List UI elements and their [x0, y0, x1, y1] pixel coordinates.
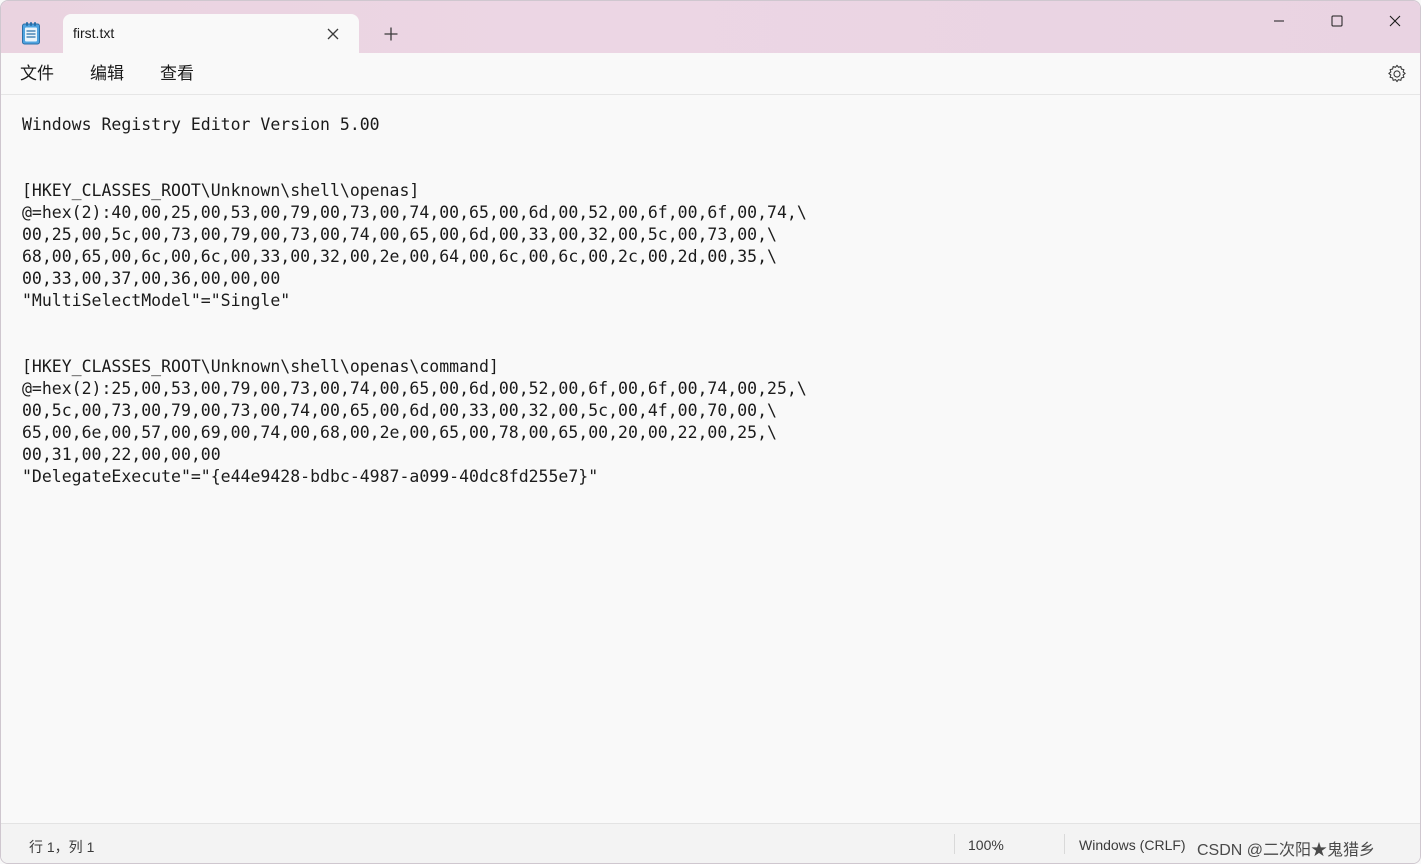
maximize-icon[interactable]: [1308, 1, 1366, 41]
menu-view[interactable]: 查看: [160, 62, 194, 86]
line-ending[interactable]: Windows (CRLF): [1079, 837, 1186, 853]
status-bar: 行 1，列 1 100% Windows (CRLF) CSDN @二次阳★鬼猎…: [1, 823, 1420, 863]
notepad-icon: [21, 21, 41, 45]
tab-first-txt[interactable]: first.txt: [63, 14, 359, 54]
editor-line: @=hex(2):40,00,25,00,53,00,79,00,73,00,7…: [22, 203, 807, 222]
editor-line: "DelegateExecute"="{e44e9428-bdbc-4987-a…: [22, 467, 599, 486]
text-editor[interactable]: Windows Registry Editor Version 5.00 [HK…: [1, 95, 1420, 823]
title-bar[interactable]: first.txt: [1, 1, 1420, 54]
editor-line: 00,33,00,37,00,36,00,00,00: [22, 269, 281, 288]
editor-line: 65,00,6e,00,57,00,69,00,74,00,68,00,2e,0…: [22, 423, 777, 442]
editor-line: 00,31,00,22,00,00,00: [22, 445, 221, 464]
watermark-text: CSDN @二次阳★鬼猎乡: [1197, 842, 1376, 859]
menu-file[interactable]: 文件: [20, 62, 54, 86]
close-icon[interactable]: [323, 24, 343, 44]
editor-line: 00,25,00,5c,00,73,00,79,00,73,00,74,00,6…: [22, 225, 777, 244]
editor-line: @=hex(2):25,00,53,00,79,00,73,00,74,00,6…: [22, 379, 807, 398]
menu-bar: 文件 编辑 查看: [1, 53, 1420, 95]
editor-content[interactable]: Windows Registry Editor Version 5.00 [HK…: [22, 114, 807, 488]
zoom-level[interactable]: 100%: [968, 837, 1004, 853]
tab-title: first.txt: [73, 25, 115, 41]
status-divider: [1064, 834, 1065, 854]
notepad-window: first.txt 文件 编辑 查看 Windows Registry Edit…: [0, 0, 1421, 864]
cursor-position: 行 1，列 1: [29, 839, 95, 855]
plus-icon[interactable]: [377, 21, 405, 47]
editor-line: Windows Registry Editor Version 5.00: [22, 115, 380, 134]
editor-line: 68,00,65,00,6c,00,6c,00,33,00,32,00,2e,0…: [22, 247, 777, 266]
editor-line: 00,5c,00,73,00,79,00,73,00,74,00,65,00,6…: [22, 401, 777, 420]
close-icon[interactable]: [1366, 1, 1420, 41]
editor-line: "MultiSelectModel"="Single": [22, 291, 291, 310]
gear-icon[interactable]: [1386, 63, 1408, 85]
editor-line: [HKEY_CLASSES_ROOT\Unknown\shell\openas]: [22, 181, 420, 200]
status-divider: [954, 834, 955, 854]
editor-line: [HKEY_CLASSES_ROOT\Unknown\shell\openas\…: [22, 357, 499, 376]
minimize-icon[interactable]: [1250, 1, 1308, 41]
menu-edit[interactable]: 编辑: [90, 62, 124, 86]
